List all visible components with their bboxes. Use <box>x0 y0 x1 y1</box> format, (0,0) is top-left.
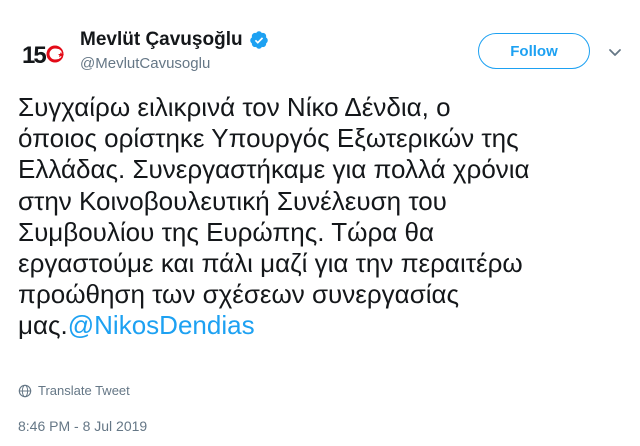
avatar-15-logo-icon: 15 <box>22 42 64 69</box>
tweet-text-line: όποιος ορίστηκε Υπουργός Εξωτερικών της <box>18 123 519 154</box>
tweet-text-line: Ελλάδας. Συνεργαστήκαμε για πολλά χρόνια <box>18 154 530 185</box>
tweet-text-last-prefix: μας. <box>18 310 68 341</box>
globe-icon <box>18 384 32 397</box>
mention-link[interactable]: @NikosDendias <box>68 310 255 340</box>
tweet-card: 15 Mevlüt Çavuşoğlu @MevlutCavusoglu Fol… <box>0 0 640 446</box>
tweet-text-line: Συμβουλίου της Ευρώπης. Τώρα θα <box>18 216 434 247</box>
tweet-text-line: στην Κοινοβουλευτική Συνέλευση του <box>18 185 447 216</box>
tweet-text-line: προώθηση των σχέσεων συνεργασίας <box>18 279 460 310</box>
tweet-timestamp[interactable]: 8:46 PM - 8 Jul 2019 <box>18 418 147 434</box>
chevron-down-icon[interactable] <box>607 44 623 60</box>
translate-tweet-label[interactable]: Translate Tweet <box>38 383 130 398</box>
follow-button[interactable]: Follow <box>478 33 590 69</box>
avatar-text: 15 <box>22 42 46 69</box>
user-handle[interactable]: @MevlutCavusoglu <box>80 55 210 72</box>
tweet-text: Συγχαίρω ειλικρινά τον Νίκο Δένδια, ο όπ… <box>18 92 628 342</box>
avatar[interactable]: 15 <box>18 28 68 78</box>
tweet-text-line: εργαστούμε και πάλι μαζί για την περαιτέ… <box>18 248 523 279</box>
display-name[interactable]: Mevlüt Çavuşoğlu <box>80 29 269 51</box>
translate-tweet-link[interactable]: Translate Tweet <box>18 383 130 398</box>
display-name-text[interactable]: Mevlüt Çavuşoğlu <box>80 29 243 51</box>
verified-badge-icon <box>249 31 268 49</box>
tweet-text-last-line: μας.@NikosDendias <box>18 310 628 341</box>
tweet-text-line: Συγχαίρω ειλικρινά τον Νίκο Δένδια, ο <box>18 92 451 122</box>
